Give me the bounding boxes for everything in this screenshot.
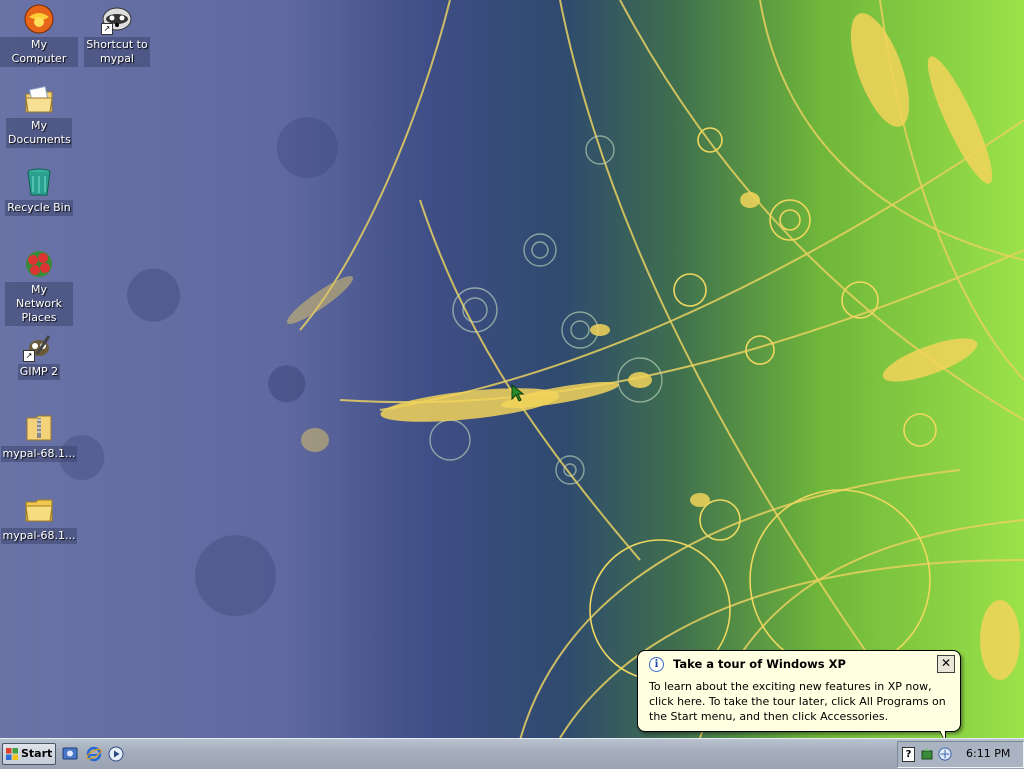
desktop-icon-label: GIMP 2 — [17, 364, 61, 380]
desktop-icon-label: My Network Places — [5, 282, 73, 326]
desktop-icon-mypal-archive[interactable]: mypal-68.1... — [0, 412, 78, 462]
close-button[interactable]: ✕ — [937, 655, 955, 673]
desktop-icon-label: My Computer — [0, 37, 78, 67]
help-icon[interactable]: ? — [902, 747, 915, 762]
zip-archive-icon — [23, 412, 55, 444]
windows-tour-icon[interactable] — [938, 747, 952, 761]
start-label: Start — [21, 747, 53, 760]
recycle-bin-icon — [23, 166, 55, 198]
info-icon: i — [649, 657, 664, 672]
network-places-icon — [23, 248, 55, 280]
balloon-title: Take a tour of Windows XP — [673, 657, 846, 671]
windows-flag-icon — [6, 748, 18, 760]
shortcut-arrow-icon: ↗ — [101, 23, 113, 35]
desktop-icon-recycle-bin[interactable]: Recycle Bin — [0, 166, 78, 216]
desktop-icon-label: Shortcut to mypal — [84, 37, 150, 67]
desktop-icon-label: mypal-68.1... — [0, 446, 78, 462]
balloon-message[interactable]: To learn about the exciting new features… — [649, 679, 951, 724]
wallpaper — [286, 0, 1024, 738]
show-desktop-icon[interactable] — [62, 746, 78, 762]
internet-explorer-icon[interactable] — [86, 746, 102, 762]
desktop-icon-my-network-places[interactable]: My Network Places — [0, 248, 78, 326]
desktop[interactable]: My Computer ↗ Shortcut to mypal My Docum… — [0, 0, 1024, 738]
media-player-icon[interactable] — [108, 746, 124, 762]
desktop-icon-label: Recycle Bin — [5, 200, 73, 216]
my-computer-icon — [23, 3, 55, 35]
desktop-icon-shortcut-mypal[interactable]: ↗ Shortcut to mypal — [78, 3, 156, 67]
mypal-icon: ↗ — [101, 3, 133, 35]
gimp-icon: ↗ — [23, 330, 55, 362]
safely-remove-hardware-icon[interactable] — [920, 747, 934, 761]
folder-icon — [23, 494, 55, 526]
mouse-cursor-icon — [511, 384, 525, 402]
tour-balloon-tip[interactable]: i Take a tour of Windows XP ✕ To learn a… — [637, 650, 961, 732]
desktop-icon-gimp[interactable]: ↗ GIMP 2 — [0, 330, 78, 380]
system-tray: ? 6:11 PM — [897, 741, 1024, 768]
shortcut-arrow-icon: ↗ — [23, 350, 35, 362]
my-documents-icon — [23, 84, 55, 116]
desktop-icon-my-documents[interactable]: My Documents — [0, 84, 78, 148]
desktop-icon-label: My Documents — [6, 118, 72, 148]
desktop-icon-mypal-folder[interactable]: mypal-68.1... — [0, 494, 78, 544]
start-button[interactable]: Start — [2, 743, 56, 765]
taskbar: Start ? 6:11 PM — [0, 738, 1024, 769]
desktop-icon-label: mypal-68.1... — [0, 528, 78, 544]
clock[interactable]: 6:11 PM — [966, 747, 1010, 760]
desktop-icon-my-computer[interactable]: My Computer — [0, 3, 78, 67]
